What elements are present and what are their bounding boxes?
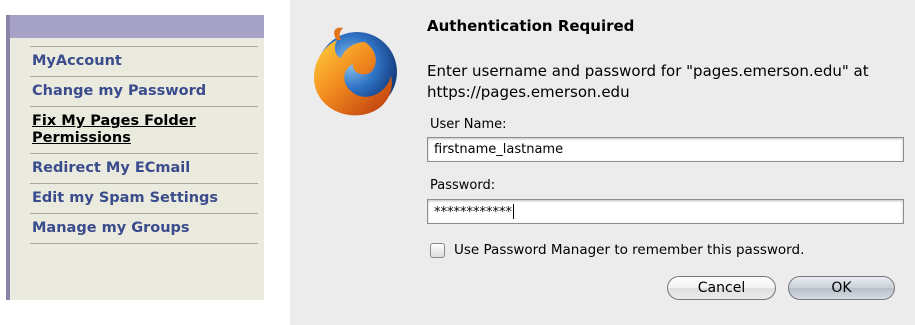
username-label: User Name: — [430, 117, 507, 132]
cancel-button[interactable]: Cancel — [667, 276, 776, 300]
text-cursor — [513, 204, 514, 219]
username-value: firstname_lastname — [434, 142, 564, 157]
dialog-title: Authentication Required — [427, 17, 635, 35]
dialog-message: Enter username and password for "pages.e… — [427, 62, 869, 101]
firefox-logo-icon — [313, 27, 397, 116]
password-label: Password: — [430, 178, 496, 193]
password-manager-checkbox-label[interactable]: Use Password Manager to remember this pa… — [454, 242, 804, 258]
password-value: ************ — [434, 205, 512, 220]
menu-item-manage-groups[interactable]: Manage my Groups — [30, 214, 258, 244]
account-sidebar: MyAccount Change my Password Fix My Page… — [6, 15, 264, 300]
sidebar-header-bar — [10, 15, 264, 38]
menu-item-myaccount[interactable]: MyAccount — [30, 47, 258, 77]
ok-button[interactable]: OK — [788, 276, 895, 300]
authentication-dialog: Authentication Required Enter username a… — [290, 0, 915, 325]
password-field[interactable]: ************ — [427, 199, 904, 224]
account-menu: MyAccount Change my Password Fix My Page… — [30, 46, 258, 244]
menu-item-change-password[interactable]: Change my Password — [30, 77, 258, 107]
username-field[interactable]: firstname_lastname — [427, 137, 904, 162]
menu-item-redirect-ecmail[interactable]: Redirect My ECmail — [30, 154, 258, 184]
menu-item-fix-pages-permissions[interactable]: Fix My Pages Folder Permissions — [30, 107, 258, 154]
password-manager-checkbox[interactable] — [430, 243, 445, 258]
menu-item-spam-settings[interactable]: Edit my Spam Settings — [30, 184, 258, 214]
